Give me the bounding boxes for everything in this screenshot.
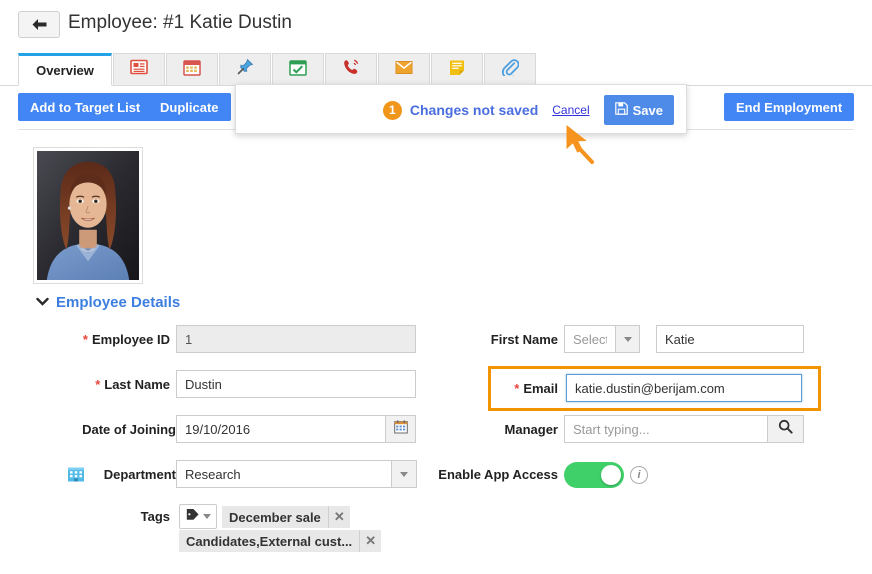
envelope-orange-icon bbox=[395, 60, 413, 80]
tab-list[interactable] bbox=[113, 53, 165, 86]
calendar-icon bbox=[393, 419, 408, 439]
tag-chip-label: December sale bbox=[229, 509, 321, 525]
date-of-joining-label: Date of Joining bbox=[82, 421, 176, 437]
tab-notes[interactable] bbox=[431, 53, 483, 86]
floppy-disk-icon bbox=[614, 102, 628, 118]
tab-emails[interactable] bbox=[378, 53, 430, 86]
employee-details-section-header[interactable]: Employee Details bbox=[36, 293, 180, 311]
close-icon[interactable]: ✕ bbox=[327, 506, 350, 528]
page-header: Employee: #1 Katie Dustin bbox=[0, 0, 872, 48]
pin-blue-icon bbox=[236, 58, 254, 81]
employee-id-label: * Employee ID bbox=[30, 325, 170, 353]
unsaved-changes-message: Changes not saved bbox=[409, 102, 539, 118]
department-label: Department bbox=[103, 466, 176, 482]
last-name-label: * Last Name bbox=[30, 370, 170, 398]
tag-chip[interactable]: Candidates,External cust... ✕ bbox=[179, 530, 382, 552]
page-title: Employee: #1 Katie Dustin bbox=[68, 12, 292, 33]
employee-details-title: Employee Details bbox=[56, 293, 181, 311]
tab-attachments[interactable] bbox=[484, 53, 536, 86]
chevron-down-icon bbox=[623, 336, 632, 342]
tab-overview[interactable]: Overview bbox=[18, 53, 112, 86]
avatar bbox=[37, 151, 139, 280]
info-icon[interactable]: i bbox=[630, 466, 648, 484]
employee-id-label-text: Employee ID bbox=[91, 331, 170, 347]
required-marker: * bbox=[95, 376, 101, 392]
end-employment-button[interactable]: End Employment bbox=[724, 93, 855, 121]
list-red-icon bbox=[130, 59, 148, 80]
manager-label: Manager bbox=[504, 421, 558, 437]
toggle-knob bbox=[601, 465, 621, 485]
date-picker-button[interactable] bbox=[386, 415, 416, 443]
chevron-down-icon bbox=[36, 293, 49, 311]
required-marker: * bbox=[514, 380, 520, 396]
department-select[interactable] bbox=[176, 460, 392, 488]
duplicate-button[interactable]: Duplicate bbox=[148, 93, 231, 121]
tag-chip[interactable]: December sale ✕ bbox=[222, 506, 350, 528]
mouse-cursor bbox=[565, 124, 599, 169]
unsaved-count-badge: 1 bbox=[382, 100, 402, 120]
tag-icon bbox=[186, 508, 200, 526]
note-yellow-icon bbox=[448, 59, 466, 81]
search-icon bbox=[778, 419, 793, 439]
close-icon[interactable]: ✕ bbox=[359, 530, 381, 552]
calendar-check-green-icon bbox=[289, 59, 307, 81]
employee-id-input[interactable] bbox=[176, 325, 416, 353]
tab-overview-label: Overview bbox=[36, 63, 94, 78]
first-name-input[interactable] bbox=[656, 325, 804, 353]
enable-app-access-toggle[interactable] bbox=[564, 462, 624, 488]
save-button[interactable]: Save bbox=[603, 95, 674, 125]
tab-bar: Overview bbox=[0, 53, 872, 86]
calendar-red-icon bbox=[183, 59, 201, 81]
save-button-label: Save bbox=[632, 102, 663, 118]
tab-task[interactable] bbox=[272, 53, 324, 86]
tags-label: Tags bbox=[140, 509, 170, 524]
building-icon bbox=[66, 464, 86, 489]
employee-detail-page: Employee: #1 Katie Dustin Overview Add t… bbox=[0, 0, 872, 574]
first-name-label: First Name bbox=[490, 331, 558, 347]
tab-pin[interactable] bbox=[219, 53, 271, 86]
employee-photo-frame bbox=[33, 147, 143, 284]
paperclip-blue-icon bbox=[501, 58, 520, 81]
last-name-label-text: Last Name bbox=[104, 376, 170, 392]
tags-dropdown-button[interactable] bbox=[179, 504, 217, 529]
last-name-input[interactable] bbox=[176, 370, 416, 398]
required-marker: * bbox=[82, 331, 88, 347]
salutation-dropdown-toggle[interactable] bbox=[616, 325, 640, 353]
arrow-left-icon bbox=[31, 18, 48, 31]
tag-chip-label: Candidates,External cust... bbox=[186, 533, 353, 549]
cancel-link[interactable]: Cancel bbox=[552, 103, 589, 117]
email-input[interactable] bbox=[566, 374, 802, 402]
tab-calls[interactable] bbox=[325, 53, 377, 86]
tab-calendar[interactable] bbox=[166, 53, 218, 86]
manager-input[interactable] bbox=[564, 415, 768, 443]
phone-red-icon bbox=[342, 58, 360, 81]
unsaved-changes-popup: 1 Changes not saved Cancel Save bbox=[235, 84, 687, 134]
manager-search-button[interactable] bbox=[768, 415, 804, 443]
salutation-select[interactable] bbox=[564, 325, 616, 353]
date-of-joining-input[interactable] bbox=[176, 415, 386, 443]
chevron-down-icon bbox=[202, 514, 211, 519]
add-to-target-list-button[interactable]: Add to Target List bbox=[18, 93, 153, 121]
enable-app-access-label: Enable App Access bbox=[438, 466, 558, 482]
back-button[interactable] bbox=[18, 11, 60, 38]
email-label-text: Email bbox=[523, 380, 558, 396]
email-label: * Email bbox=[420, 374, 558, 402]
